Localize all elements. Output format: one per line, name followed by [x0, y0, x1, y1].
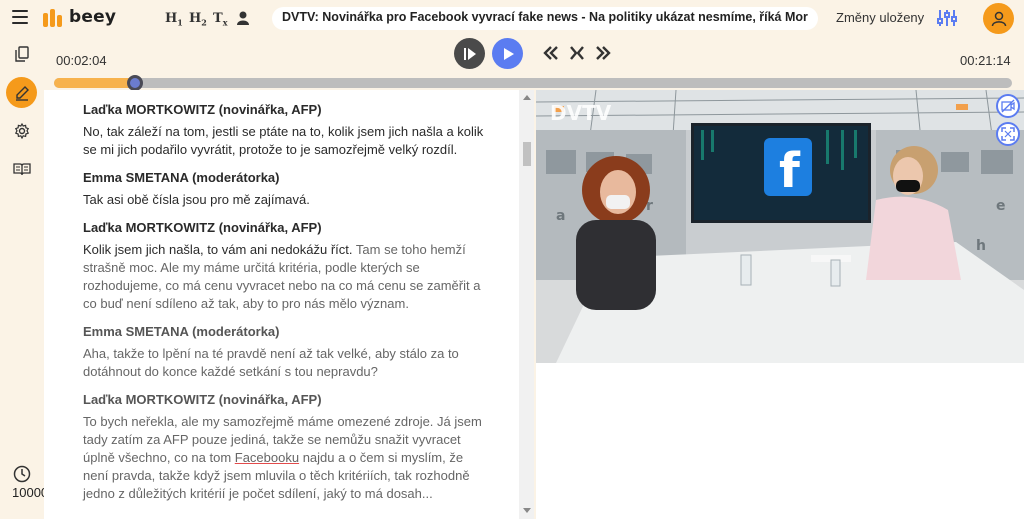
speaker-icon[interactable]: [237, 11, 249, 25]
paragraph[interactable]: No, tak záleží na tom, jestli se ptáte n…: [83, 123, 488, 159]
scroll-down-icon[interactable]: [523, 508, 531, 513]
svg-text:a: a: [556, 208, 565, 224]
play-from-cursor-button[interactable]: [454, 38, 485, 69]
user-avatar[interactable]: [983, 3, 1014, 34]
logo-text: beey: [69, 7, 117, 27]
edit-button[interactable]: [6, 77, 37, 108]
svg-text:f: f: [779, 143, 801, 199]
timeline-track[interactable]: [54, 75, 1012, 91]
play-button[interactable]: [492, 38, 523, 69]
settings-button[interactable]: [6, 115, 37, 146]
timeline-progress: [54, 78, 136, 88]
heading2-button[interactable]: H2: [189, 11, 207, 28]
played-text: Kolik jsem jich našla, to vám ani nedoká…: [83, 242, 353, 257]
video-panel-blank: [536, 363, 1024, 519]
copy-icon: [14, 45, 29, 62]
speaker-label[interactable]: Laďka MORTKOWITZ (novinářka, AFP): [83, 102, 488, 117]
transcript-editor[interactable]: Laďka MORTKOWITZ (novinářka, AFP) No, ta…: [44, 90, 534, 519]
book-icon: [12, 162, 31, 175]
logo[interactable]: beey: [43, 7, 116, 27]
menu-icon[interactable]: [12, 10, 28, 24]
svg-text:e: e: [996, 198, 1006, 214]
guide-button[interactable]: [6, 153, 37, 184]
equalizer-icon[interactable]: [937, 9, 957, 27]
document-title-input[interactable]: DVTV: Novinářka pro Facebook vyvrací fak…: [272, 7, 818, 30]
speed-icon[interactable]: [569, 46, 585, 60]
paragraph[interactable]: To bych neřekla, ale my samozřejmě máme …: [83, 413, 488, 503]
speaker-label[interactable]: Emma SMETANA (moderátorka): [83, 170, 488, 185]
clock-icon: [13, 465, 31, 483]
heading1-button[interactable]: H1: [165, 11, 183, 28]
save-status: Změny uloženy: [836, 10, 925, 25]
rewind-icon[interactable]: [543, 46, 559, 60]
play-cursor-icon: [463, 47, 476, 60]
fullscreen-button[interactable]: [996, 122, 1020, 146]
current-time: 00:02:04: [56, 53, 107, 68]
hide-video-button[interactable]: [996, 94, 1020, 118]
credits-remaining: 10000: [12, 485, 49, 500]
scroll-up-icon[interactable]: [523, 95, 531, 100]
paragraph[interactable]: Kolik jsem jich našla, to vám ani nedoká…: [83, 241, 488, 313]
pencil-icon: [15, 85, 29, 101]
paragraph[interactable]: Aha, takže to lpění na té pravdě není až…: [83, 345, 488, 381]
video-player[interactable]: akr bhe f DVTV: [536, 90, 1024, 363]
spelling-error[interactable]: Facebooku: [235, 450, 299, 465]
play-icon: [503, 47, 514, 60]
speaker-label[interactable]: Emma SMETANA (moderátorka): [83, 324, 488, 339]
transcript-scrollbar[interactable]: [519, 90, 534, 519]
speaker-label[interactable]: Laďka MORTKOWITZ (novinářka, AFP): [83, 220, 488, 235]
video-off-icon: [1001, 99, 1015, 113]
clear-format-button[interactable]: Tx: [213, 11, 227, 28]
top-bar: beey H1 H2 Tx DVTV: Novinářka pro Facebo…: [0, 0, 1024, 38]
video-watermark: DVTV: [550, 101, 612, 125]
documents-button[interactable]: [6, 38, 37, 69]
fast-forward-icon[interactable]: [595, 46, 611, 60]
speaker-label[interactable]: Laďka MORTKOWITZ (novinářka, AFP): [83, 392, 488, 407]
svg-text:h: h: [976, 238, 986, 254]
logo-icon: [43, 7, 63, 27]
paragraph[interactable]: Tak asi obě čísla jsou pro mě zajímavá.: [83, 191, 488, 209]
user-icon: [991, 11, 1006, 26]
expand-icon: [1001, 127, 1015, 141]
scrollbar-thumb[interactable]: [523, 142, 531, 166]
gear-icon: [14, 122, 29, 139]
video-frame: akr bhe f DVTV: [536, 90, 1024, 363]
total-time: 00:21:14: [960, 53, 1011, 68]
timeline-handle[interactable]: [127, 75, 144, 91]
